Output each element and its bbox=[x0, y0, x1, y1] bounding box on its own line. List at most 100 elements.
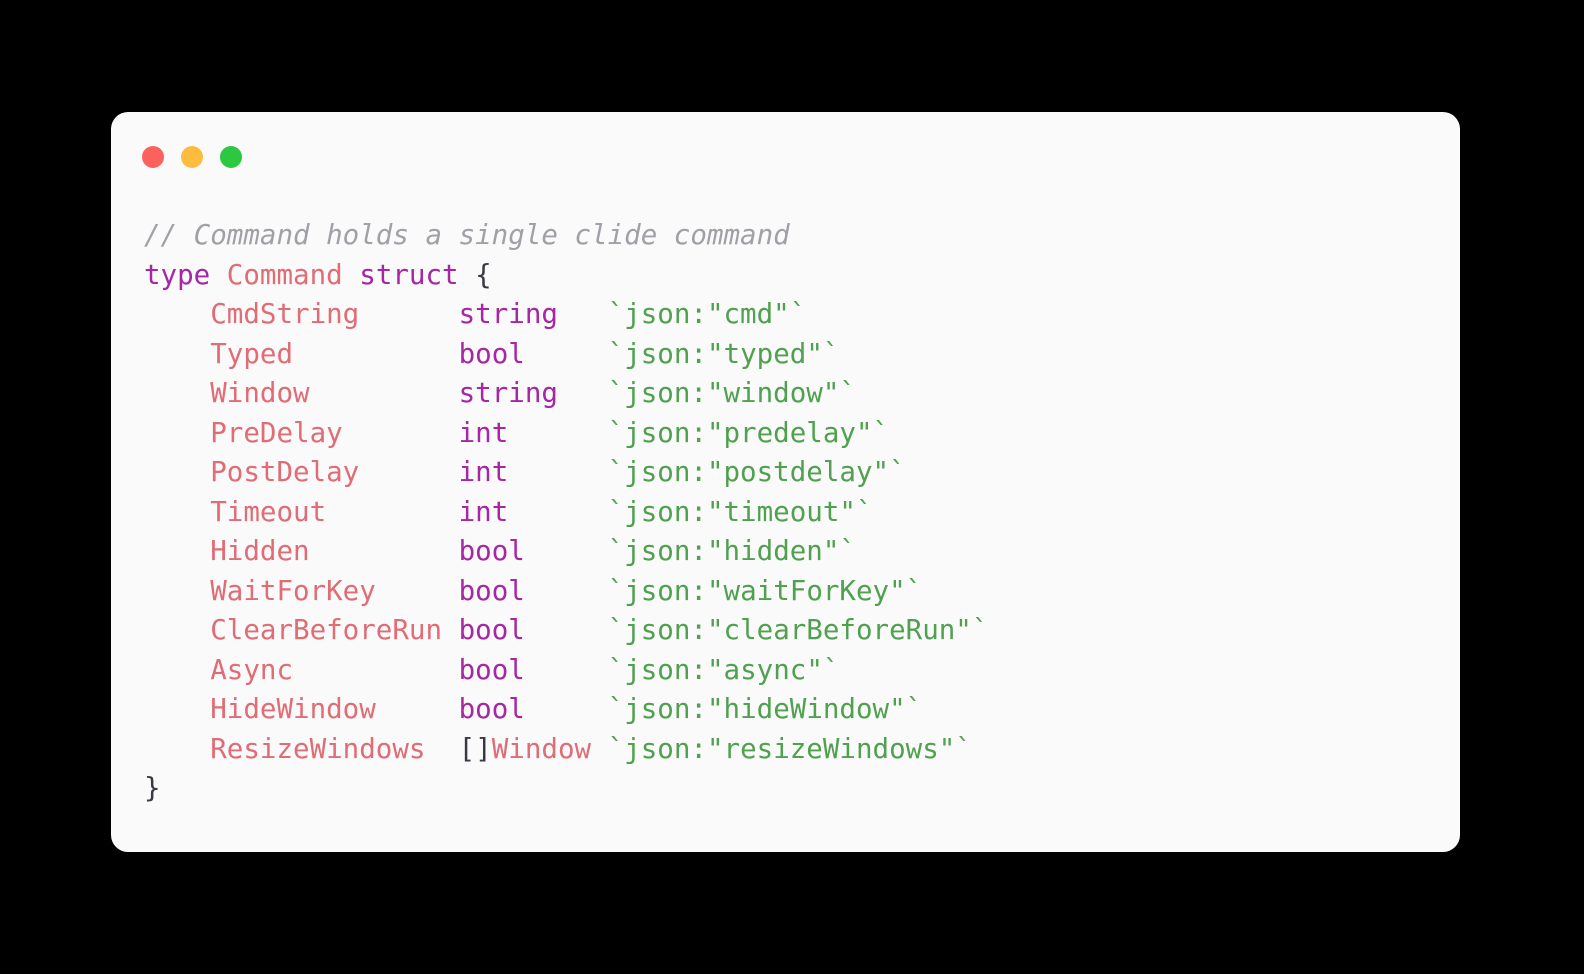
code-line-field: Timeout int `json:"timeout"` bbox=[144, 493, 1430, 533]
field-type: bool bbox=[458, 535, 525, 567]
code-line-close-brace: } bbox=[144, 769, 1430, 809]
maximize-window-icon[interactable] bbox=[220, 145, 242, 168]
go-source-code: // Command holds a single clide command t… bbox=[144, 216, 1430, 809]
struct-tag: `json:"waitForKey"` bbox=[607, 574, 923, 607]
close-brace: } bbox=[144, 772, 161, 804]
struct-name: Command bbox=[226, 258, 343, 291]
code-area: // Command holds a single clide command t… bbox=[111, 192, 1460, 852]
code-root: // Command holds a single clide command t… bbox=[144, 216, 1430, 809]
keyword-struct: struct bbox=[359, 258, 459, 291]
code-line-field: CmdString string `json:"cmd"` bbox=[144, 295, 1430, 335]
code-comment: // Command holds a single clide command bbox=[144, 219, 790, 251]
close-window-icon[interactable] bbox=[142, 145, 164, 168]
window-titlebar bbox=[111, 112, 1460, 192]
field-type: bool bbox=[458, 693, 525, 725]
struct-tag: `json:"async"` bbox=[607, 653, 840, 686]
field-name: Timeout bbox=[210, 495, 327, 528]
field-type: bool bbox=[458, 574, 525, 607]
code-line-field: ClearBeforeRun bool `json:"clearBeforeRu… bbox=[144, 611, 1430, 651]
struct-tag: `json:"typed"` bbox=[607, 337, 840, 370]
code-line-field: HideWindow bool `json:"hideWindow"` bbox=[144, 690, 1430, 730]
field-type: int bbox=[458, 456, 509, 488]
field-name: HideWindow bbox=[210, 693, 376, 725]
field-name: WaitForKey bbox=[210, 574, 376, 607]
code-line-field: ResizeWindows []Window `json:"resizeWind… bbox=[144, 730, 1430, 770]
field-type: bool bbox=[458, 653, 525, 686]
struct-tag: `json:"postdelay"` bbox=[607, 456, 906, 488]
struct-tag: `json:"resizeWindows"` bbox=[607, 732, 972, 765]
code-line-struct-decl: type Command struct { bbox=[144, 256, 1430, 296]
code-line-field: PostDelay int `json:"postdelay"` bbox=[144, 453, 1430, 493]
open-brace: { bbox=[475, 258, 492, 291]
struct-tag: `json:"window"` bbox=[607, 377, 856, 409]
field-type: string bbox=[458, 377, 558, 409]
field-type: int bbox=[458, 416, 509, 449]
field-type: string bbox=[458, 298, 558, 330]
struct-tag: `json:"clearBeforeRun"` bbox=[607, 614, 989, 646]
struct-tag: `json:"cmd"` bbox=[607, 298, 807, 330]
slice-marker: [] bbox=[458, 732, 492, 765]
field-name: PreDelay bbox=[210, 416, 343, 449]
field-name: PostDelay bbox=[210, 456, 360, 488]
struct-tag: `json:"hidden"` bbox=[607, 535, 856, 567]
field-name: ResizeWindows bbox=[210, 732, 426, 765]
field-name: Hidden bbox=[210, 535, 310, 567]
field-name: Typed bbox=[210, 337, 294, 370]
code-window: // Command holds a single clide command t… bbox=[111, 112, 1460, 852]
code-line-field: PreDelay int `json:"predelay"` bbox=[144, 414, 1430, 454]
code-line-field: WaitForKey bool `json:"waitForKey"` bbox=[144, 572, 1430, 612]
keyword-type: type bbox=[144, 258, 211, 291]
code-line-field: Window string `json:"window"` bbox=[144, 374, 1430, 414]
field-type: bool bbox=[458, 337, 525, 370]
struct-tag: `json:"timeout"` bbox=[607, 495, 873, 528]
field-type: Window bbox=[491, 732, 592, 765]
screenshot-stage: // Command holds a single clide command t… bbox=[0, 0, 1584, 974]
minimize-window-icon[interactable] bbox=[181, 145, 203, 168]
field-name: ClearBeforeRun bbox=[210, 614, 443, 646]
field-name: Window bbox=[210, 377, 310, 409]
field-name: Async bbox=[210, 653, 294, 686]
struct-tag: `json:"predelay"` bbox=[607, 416, 890, 449]
field-type: int bbox=[458, 495, 509, 528]
code-line-field: Async bool `json:"async"` bbox=[144, 651, 1430, 691]
code-line-field: Hidden bool `json:"hidden"` bbox=[144, 532, 1430, 572]
traffic-light-controls bbox=[142, 145, 242, 168]
